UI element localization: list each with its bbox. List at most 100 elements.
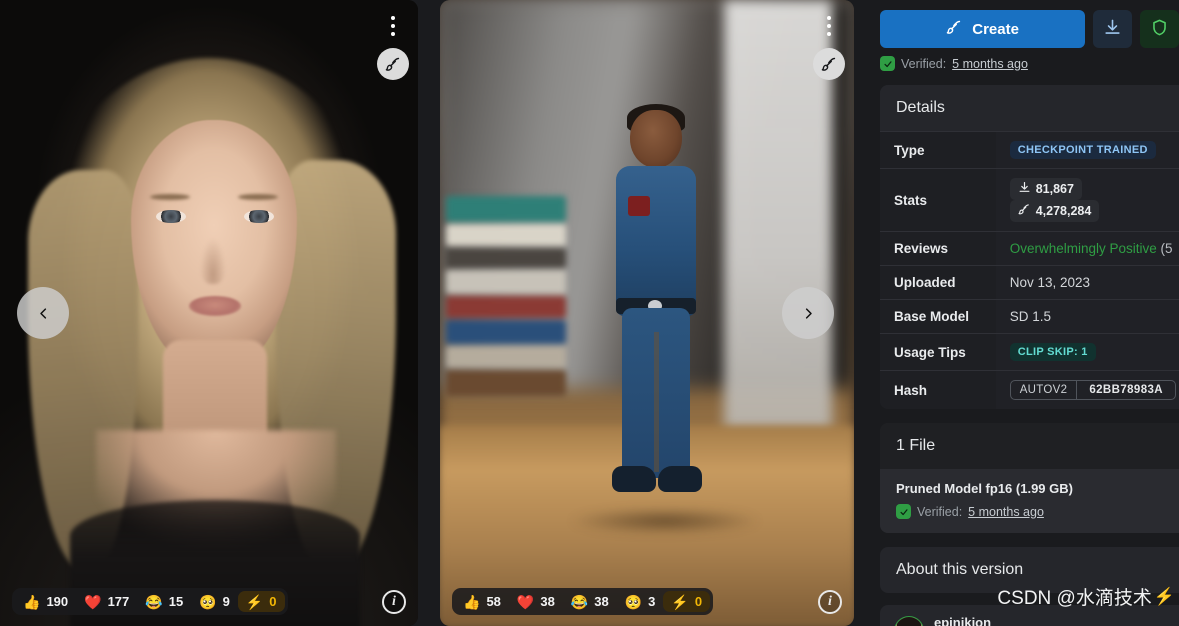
reaction-heart[interactable]: ❤️ 38: [509, 591, 563, 612]
reaction-count: 38: [540, 594, 555, 609]
reaction-count: 9: [222, 594, 230, 609]
shield-icon: [896, 504, 911, 519]
generation-stat: 4,278,284: [1009, 200, 1100, 222]
model-detail-page: 👍 190 ❤️ 177 😂 15 🥺 9 ⚡ 0 i 👍 58 ❤️ 38 😂…: [0, 0, 1179, 626]
reaction-count: 3: [648, 594, 656, 609]
bolt-icon: ⚡: [671, 593, 689, 610]
detail-value-usage-tips: CLIP SKIP: 1: [995, 333, 1179, 371]
info-icon[interactable]: i: [818, 590, 842, 614]
heart-icon: ❤️: [84, 593, 102, 610]
laugh-icon: 😂: [570, 593, 589, 610]
table-row: Usage Tips CLIP SKIP: 1: [880, 333, 1179, 371]
avatar[interactable]: [894, 615, 924, 626]
creator-card[interactable]: epinikion Joined Jan 10, 2023: [880, 605, 1179, 626]
table-row: Hash AUTOV2 62BB78983A: [880, 370, 1179, 409]
gallery-next-button[interactable]: [782, 287, 834, 339]
table-row: Stats 81,867 4,278,284: [880, 168, 1179, 232]
reaction-laugh[interactable]: 😂 38: [563, 591, 617, 612]
detail-key-hash: Hash: [880, 370, 996, 409]
cry-icon: 🥺: [199, 593, 217, 610]
verified-time-link[interactable]: 5 months ago: [952, 57, 1028, 71]
detail-value-type: CHECKPOINT TRAINED: [995, 131, 1179, 169]
reaction-heart[interactable]: ❤️ 177: [76, 591, 137, 612]
details-sidebar: Create Verified: 5 months ago Details Ty…: [876, 0, 1179, 626]
info-icon[interactable]: i: [382, 590, 406, 614]
about-title: About this version: [880, 547, 1179, 593]
reaction-thumbs-up[interactable]: 👍 58: [455, 591, 509, 612]
kebab-menu-icon[interactable]: [382, 12, 404, 40]
detail-value-stats: 81,867 4,278,284: [995, 168, 1179, 232]
reaction-cry[interactable]: 🥺 9: [191, 591, 238, 612]
file-verified-label: Verified:: [917, 504, 963, 519]
gallery-slide-2[interactable]: 👍 58 ❤️ 38 😂 38 🥺 3 ⚡ 0 i: [440, 0, 854, 626]
verified-label: Verified:: [901, 56, 947, 71]
table-row: Base Model SD 1.5: [880, 299, 1179, 334]
hash-value: 62BB78983A: [1076, 381, 1175, 399]
detail-value-base-model: SD 1.5: [995, 299, 1179, 334]
download-icon: [1103, 18, 1122, 40]
paintbrush-icon: [1018, 203, 1031, 219]
gallery-slide-1[interactable]: 👍 190 ❤️ 177 😂 15 🥺 9 ⚡ 0 i: [0, 0, 418, 626]
type-badge: CHECKPOINT TRAINED: [1009, 141, 1156, 159]
detail-value-hash[interactable]: AUTOV2 62BB78983A: [995, 370, 1179, 409]
detail-key-stats: Stats: [880, 168, 996, 232]
reaction-cry[interactable]: 🥺 3: [617, 591, 664, 612]
detail-key-type: Type: [880, 131, 996, 169]
thumbs-up-icon: 👍: [23, 593, 41, 610]
about-card[interactable]: About this version: [880, 547, 1179, 593]
cry-icon: 🥺: [624, 593, 643, 610]
files-card: 1 File Pruned Model fp16 (1.99 GB) Verif…: [880, 423, 1179, 533]
reaction-bar-2: 👍 58 ❤️ 38 😂 38 🥺 3 ⚡ 0: [452, 588, 714, 615]
reaction-count: 177: [107, 594, 130, 609]
file-name: Pruned Model fp16 (1.99 GB): [896, 481, 1073, 496]
action-buttons: Create: [876, 6, 1179, 48]
hash-algo: AUTOV2: [1019, 384, 1068, 396]
details-table: Type CHECKPOINT TRAINED Stats 81,867 4,2…: [880, 131, 1179, 409]
file-verified-status: Verified: 5 months ago: [896, 504, 1174, 519]
clip-skip-badge: CLIP SKIP: 1: [1009, 343, 1096, 361]
download-icon: [1018, 181, 1031, 197]
download-stat: 81,867: [1009, 178, 1082, 200]
detail-key-base-model: Base Model: [880, 299, 996, 334]
heart-icon: ❤️: [516, 593, 535, 610]
paintbrush-icon: [946, 19, 963, 40]
shield-check-button[interactable]: [1140, 10, 1179, 48]
creator-name[interactable]: epinikion: [934, 615, 1042, 626]
detail-value-reviews[interactable]: Overwhelmingly Positive (5: [995, 231, 1179, 266]
image-gallery: 👍 190 ❤️ 177 😂 15 🥺 9 ⚡ 0 i 👍 58 ❤️ 38 😂…: [0, 0, 876, 626]
create-button[interactable]: Create: [880, 10, 1086, 48]
shield-icon: [880, 56, 895, 71]
laugh-icon: 😂: [145, 593, 163, 610]
reviews-rating: Overwhelmingly Positive: [1009, 241, 1157, 256]
table-row: Type CHECKPOINT TRAINED: [880, 131, 1179, 169]
reaction-count: 15: [168, 594, 184, 609]
file-item[interactable]: Pruned Model fp16 (1.99 GB) Verified: 5 …: [880, 469, 1179, 533]
paintbrush-icon[interactable]: [813, 48, 845, 80]
verified-status: Verified: 5 months ago: [876, 48, 1179, 71]
reaction-buzz[interactable]: ⚡ 0: [237, 591, 285, 612]
download-count: 81,867: [1035, 182, 1074, 196]
reaction-laugh[interactable]: 😂 15: [137, 591, 191, 612]
reaction-count: 190: [46, 594, 69, 609]
download-button[interactable]: [1093, 10, 1133, 48]
gallery-prev-button[interactable]: [17, 287, 69, 339]
detail-key-reviews: Reviews: [880, 231, 996, 266]
detail-value-uploaded: Nov 13, 2023: [995, 265, 1179, 300]
table-row: Reviews Overwhelmingly Positive (5: [880, 231, 1179, 266]
detail-key-usage-tips: Usage Tips: [880, 333, 996, 371]
details-card: Details Type CHECKPOINT TRAINED Stats 81…: [880, 85, 1179, 409]
shield-check-icon: [1150, 18, 1169, 40]
paintbrush-icon[interactable]: [377, 48, 409, 80]
kebab-menu-icon[interactable]: [818, 12, 840, 40]
hash-chip[interactable]: AUTOV2 62BB78983A: [1009, 380, 1176, 400]
reaction-buzz[interactable]: ⚡ 0: [663, 591, 711, 612]
reaction-thumbs-up[interactable]: 👍 190: [15, 591, 76, 612]
generation-count: 4,278,284: [1035, 204, 1092, 218]
files-title: 1 File: [880, 423, 1179, 469]
detail-key-uploaded: Uploaded: [880, 265, 996, 300]
file-verified-time-link[interactable]: 5 months ago: [968, 505, 1044, 519]
reaction-count: 38: [594, 594, 609, 609]
table-row: Uploaded Nov 13, 2023: [880, 265, 1179, 300]
create-button-label: Create: [972, 20, 1019, 38]
reviews-count: (5: [1160, 241, 1173, 256]
